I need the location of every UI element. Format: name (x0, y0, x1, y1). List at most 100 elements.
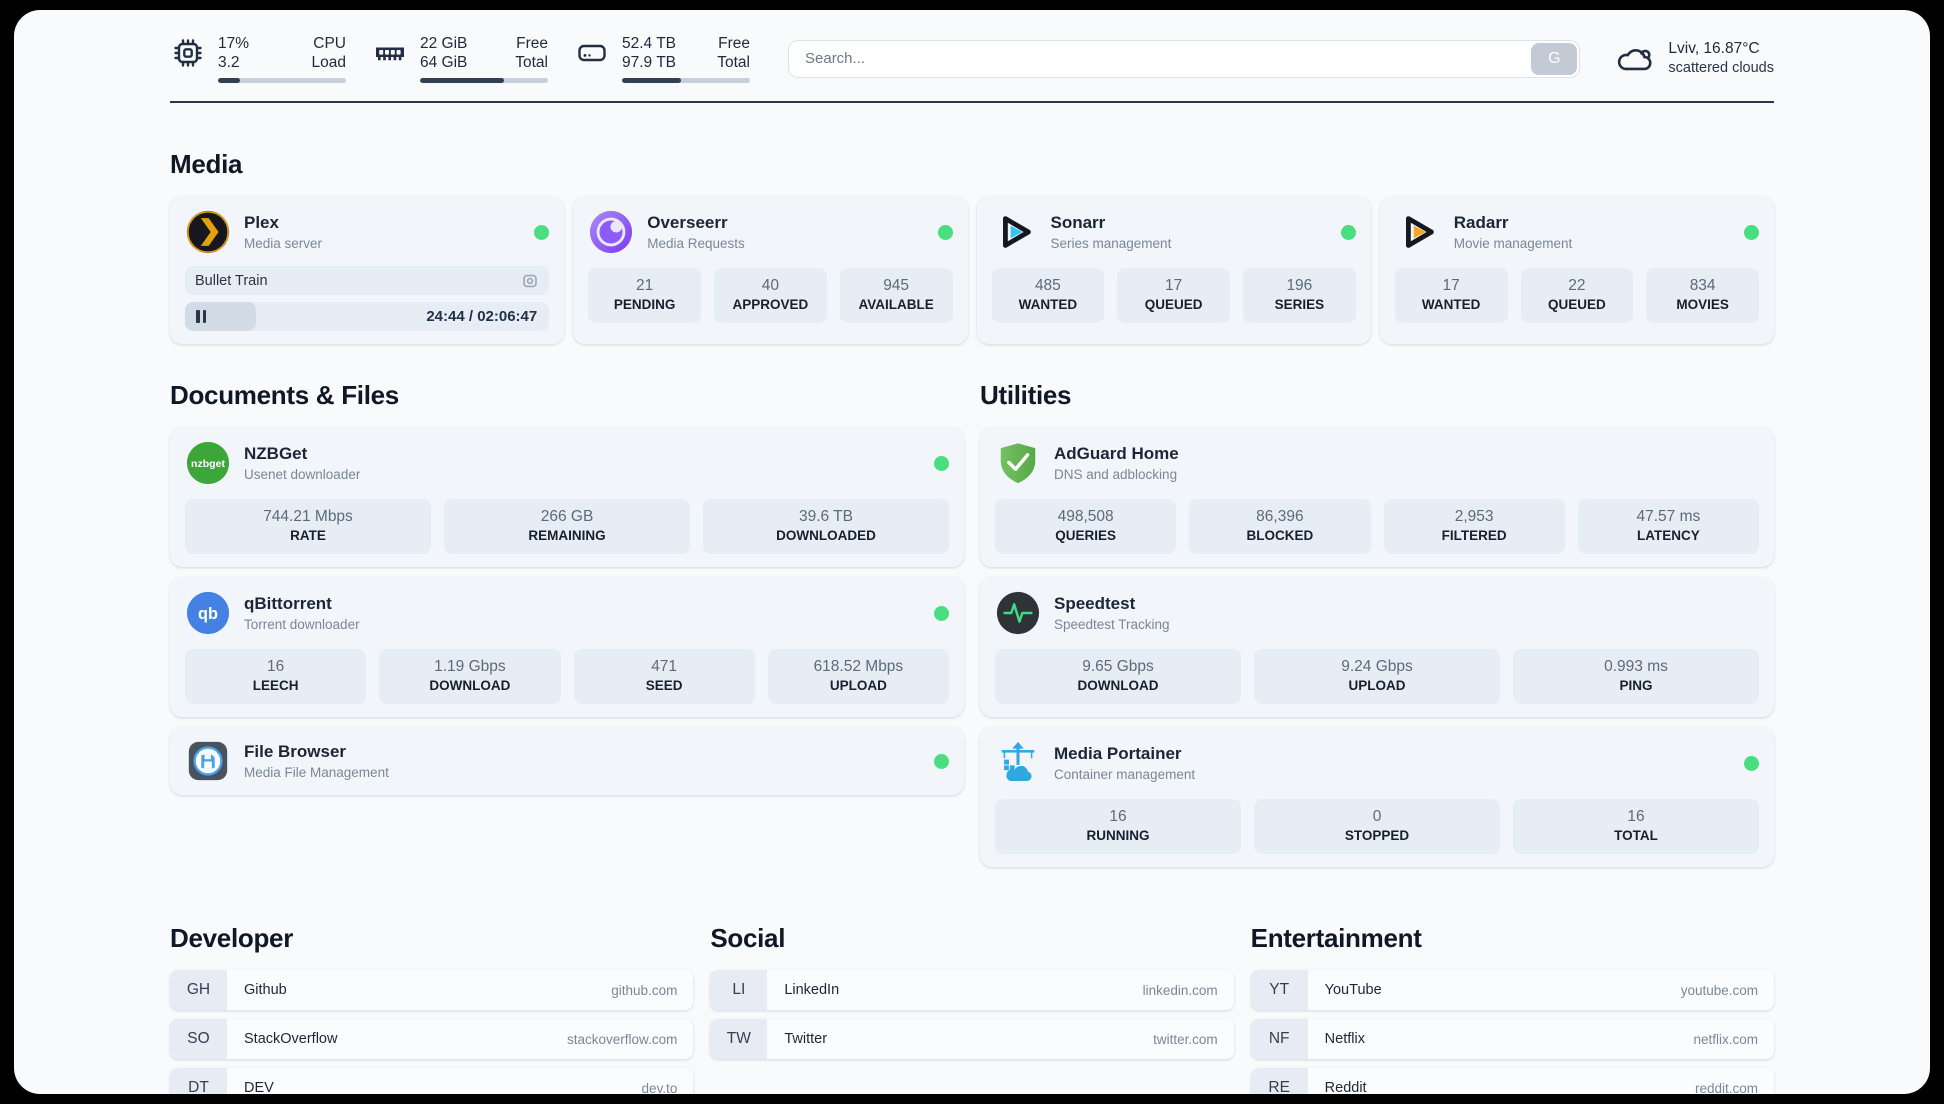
nzbget-icon: nzbget (186, 441, 230, 485)
app-card-adguard[interactable]: AdGuard Home DNS and adblocking 498,508 … (980, 427, 1774, 567)
app-title: Media Portainer (1054, 743, 1182, 763)
link-github[interactable]: GH Github github.com (170, 970, 694, 1010)
app-subtitle: DNS and adblocking (1054, 466, 1178, 482)
cpu-widget: 17% 3.2 CPU Load (170, 34, 346, 83)
search-engine-button[interactable]: G (1531, 42, 1578, 75)
cloud-icon (1618, 48, 1652, 70)
link-abbr: RE (1250, 1068, 1308, 1094)
app-subtitle: Media File Management (244, 764, 389, 780)
search-input[interactable] (788, 39, 1581, 78)
ram-free-value: 22 GiB (420, 35, 468, 52)
stat-latency: 47.57 ms LATENCY (1577, 499, 1759, 554)
link-reddit[interactable]: RE Reddit reddit.com (1250, 1068, 1774, 1095)
pause-icon[interactable] (196, 310, 206, 323)
social-section: Social LI LinkedIn linkedin.com TW Twitt… (710, 867, 1234, 1068)
link-name: Github (244, 982, 287, 998)
link-name: Netflix (1324, 1031, 1365, 1047)
link-dev[interactable]: DT DEV dev.to (170, 1068, 694, 1094)
app-card-speedtest[interactable]: Speedtest Speedtest Tracking 9.65 Gbps D… (980, 577, 1774, 717)
portainer-icon (1001, 741, 1035, 782)
app-title: AdGuard Home (1054, 443, 1179, 463)
link-netflix[interactable]: NF Netflix netflix.com (1250, 1019, 1774, 1059)
disk-free-label: Free (718, 35, 750, 52)
app-card-plex[interactable]: Plex Media server Bullet Train 24:44 / 0 (170, 196, 565, 344)
section-title-media: Media (170, 149, 243, 179)
app-title: Plex (244, 212, 279, 232)
speedtest-icon (996, 591, 1040, 635)
stat-stopped: 0 STOPPED (1254, 799, 1500, 854)
stat-movies: 834 MOVIES (1646, 268, 1759, 323)
stat-running: 16 RUNNING (995, 799, 1241, 854)
app-subtitle: Torrent downloader (244, 616, 360, 632)
stat-pending: 21 PENDING (588, 268, 701, 323)
disk-total-label: Total (717, 54, 750, 71)
weather-widget: Lviv, 16.87°C scattered clouds (1614, 39, 1774, 79)
link-abbr: GH (170, 970, 227, 1010)
qbittorrent-icon: qb (186, 591, 230, 635)
cpu-label: CPU (313, 35, 346, 52)
disk-progress-bar (622, 78, 750, 83)
cpu-progress-fill (218, 78, 240, 83)
stat-upload: 618.52 Mbps UPLOAD (767, 649, 949, 704)
section-title-documents: Documents & Files (170, 380, 399, 410)
stat-download: 1.19 Gbps DOWNLOAD (379, 649, 561, 704)
link-twitter[interactable]: TW Twitter twitter.com (710, 1019, 1234, 1059)
stat-approved: 40 APPROVED (714, 268, 827, 323)
svg-text:nzbget: nzbget (191, 458, 225, 470)
ram-total-label: Total (515, 54, 548, 71)
status-online-dot (934, 753, 949, 769)
app-subtitle: Series management (1050, 235, 1172, 251)
app-subtitle: Media Requests (647, 235, 745, 251)
ram-progress-bar (420, 78, 548, 83)
app-card-sonarr[interactable]: Sonarr Series management 485 WANTED 17 Q… (976, 196, 1371, 344)
app-title: Radarr (1453, 212, 1509, 232)
stat-remaining: 266 GB REMAINING (444, 499, 690, 554)
app-subtitle: Usenet downloader (244, 466, 361, 482)
media-type-icon (523, 274, 538, 287)
disk-widget: 52.4 TB 97.9 TB Free Total (574, 34, 750, 83)
link-youtube[interactable]: YT YouTube youtube.com (1250, 970, 1774, 1010)
app-title: Overseerr (647, 212, 728, 232)
stat-queries: 498,508 QUERIES (995, 499, 1177, 554)
stat-ping: 0.993 ms PING (1513, 649, 1759, 704)
link-abbr: SO (170, 1019, 227, 1059)
link-url: twitter.com (1153, 1031, 1218, 1047)
app-card-portainer[interactable]: Media Portainer Container management 16 … (980, 727, 1774, 867)
link-stackoverflow[interactable]: SO StackOverflow stackoverflow.com (170, 1019, 694, 1059)
disk-total-value: 97.9 TB (622, 54, 677, 71)
sonarr-icon (1002, 216, 1031, 248)
stat-filtered: 2,953 FILTERED (1383, 499, 1565, 554)
link-url: reddit.com (1694, 1080, 1758, 1095)
app-title: NZBGet (244, 443, 308, 463)
app-card-qbittorrent[interactable]: qb qBittorrent Torrent downloader 16 LEE… (170, 577, 964, 717)
status-online-dot (534, 224, 550, 240)
link-url: youtube.com (1680, 982, 1758, 998)
ram-widget: 22 GiB 64 GiB Free Total (372, 34, 548, 83)
stat-rate: 744.21 Mbps RATE (185, 499, 431, 554)
app-card-nzbget[interactable]: nzbget NZBGet Usenet downloader 744.21 M… (170, 427, 964, 567)
plex-icon (186, 210, 230, 254)
cpu-percent: 17% (218, 35, 250, 52)
search-box: G (788, 39, 1581, 78)
app-card-overseerr[interactable]: Overseerr Media Requests 21 PENDING 40 A… (573, 196, 968, 344)
disk-progress-fill (622, 78, 681, 83)
app-card-filebrowser[interactable]: File Browser Media File Management (170, 727, 964, 795)
app-title: Speedtest (1054, 593, 1136, 613)
stat-available: 945 AVAILABLE (839, 268, 953, 323)
status-online-dot (937, 224, 953, 240)
ram-free-label: Free (516, 35, 548, 52)
stat-leech: 16 LEECH (185, 649, 367, 704)
stat-upload: 9.24 Gbps UPLOAD (1254, 649, 1500, 704)
status-online-dot (1744, 224, 1759, 240)
weather-condition: scattered clouds (1668, 60, 1774, 76)
app-card-radarr[interactable]: Radarr Movie management 17 WANTED 22 QUE… (1379, 196, 1774, 344)
ram-total-value: 64 GiB (420, 54, 468, 71)
ram-icon (376, 47, 404, 61)
link-linkedin[interactable]: LI LinkedIn linkedin.com (710, 970, 1234, 1010)
link-name: StackOverflow (244, 1031, 338, 1047)
app-title: File Browser (244, 741, 347, 761)
link-abbr: NF (1250, 1019, 1308, 1059)
section-title-utilities: Utilities (980, 380, 1072, 410)
stat-blocked: 86,396 BLOCKED (1189, 499, 1371, 554)
cpu-icon (174, 39, 202, 67)
